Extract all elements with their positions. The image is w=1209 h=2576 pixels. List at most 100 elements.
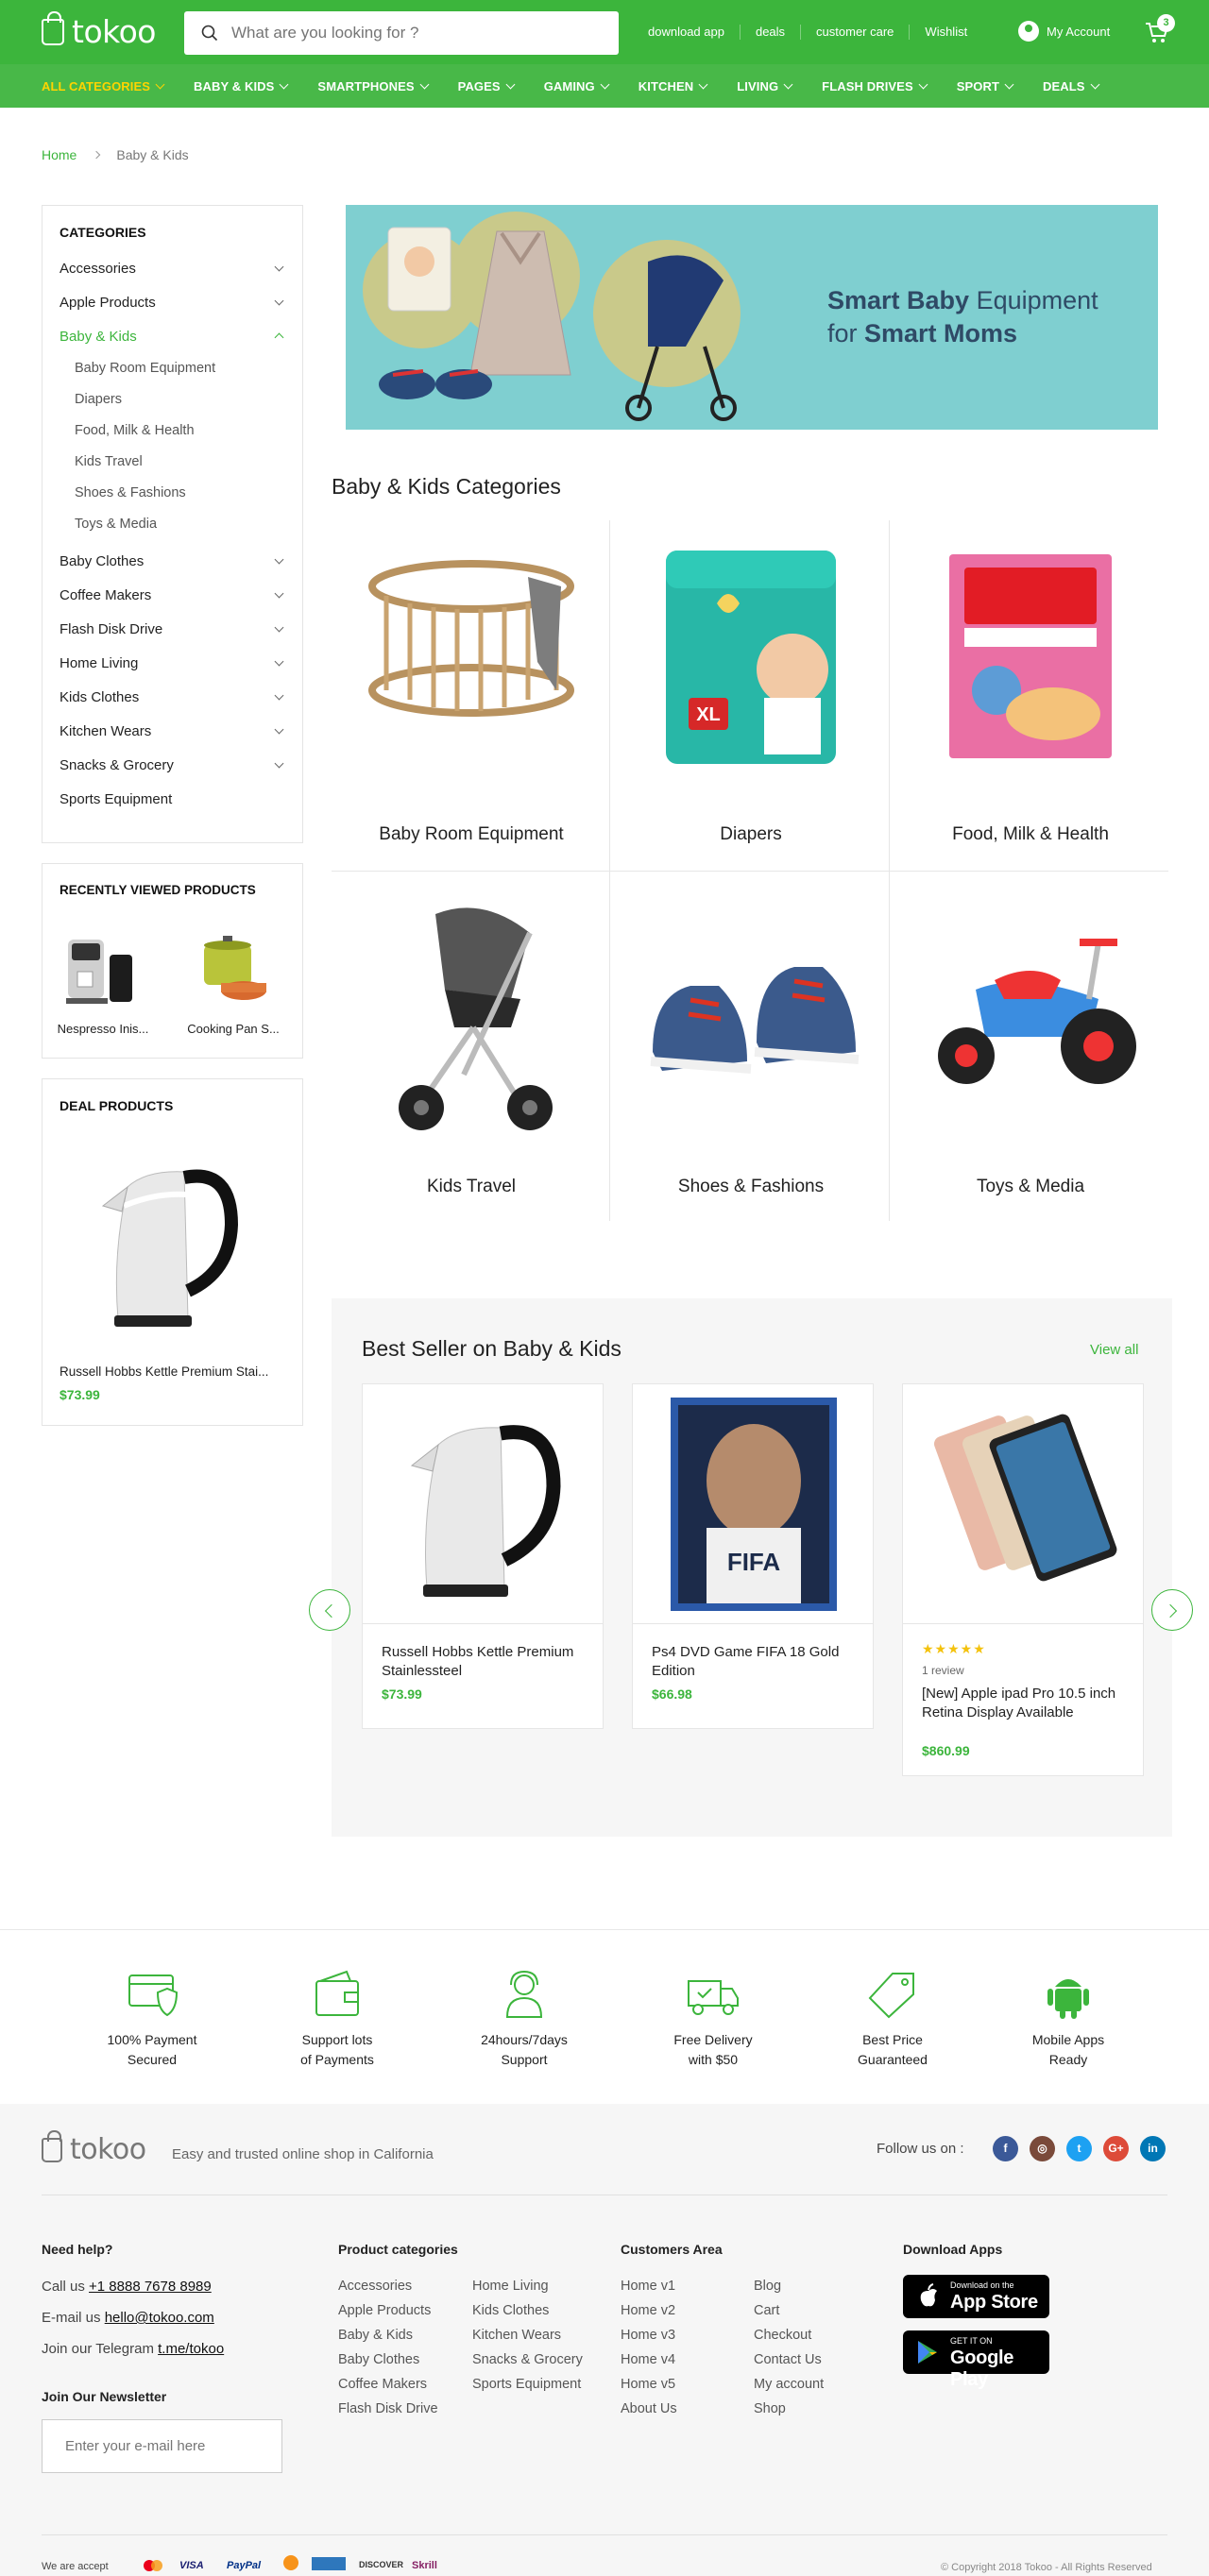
footer-link[interactable]: Cart: [754, 2303, 779, 2318]
facebook-icon[interactable]: f: [993, 2136, 1018, 2161]
footer-link[interactable]: Home Living: [472, 2279, 549, 2294]
footer-link[interactable]: Baby Clothes: [338, 2352, 419, 2367]
customer-care-link[interactable]: customer care: [801, 25, 911, 40]
category-apple-products[interactable]: Apple Products: [60, 285, 286, 319]
google-play-button[interactable]: GET IT ON Google Play: [903, 2330, 1049, 2390]
product-card[interactable]: Russell Hobbs Kettle Premium Stainlesste…: [362, 1383, 604, 1729]
category-coffee-makers[interactable]: Coffee Makers: [60, 578, 286, 612]
footer-logo[interactable]: tokoo: [42, 2129, 146, 2166]
search-bar[interactable]: [184, 11, 619, 55]
kettle-image[interactable]: [90, 1149, 250, 1338]
category-baby-clothes[interactable]: Baby Clothes: [60, 544, 286, 578]
category-kitchen-wears[interactable]: Kitchen Wears: [60, 714, 286, 748]
subcategory-diapers[interactable]: Diapers: [60, 384, 286, 415]
phone-link[interactable]: +1 8888 7678 8989: [89, 2279, 212, 2295]
footer-link[interactable]: Shop: [754, 2401, 786, 2416]
carousel-next-button[interactable]: [1151, 1589, 1193, 1631]
recent-product[interactable]: Nespresso Inis...: [54, 930, 152, 1036]
footer-link[interactable]: Kids Clothes: [472, 2303, 549, 2318]
footer-link[interactable]: Home v1: [621, 2279, 675, 2294]
nav-deals[interactable]: DEALS: [1043, 79, 1100, 93]
footer-link[interactable]: Home v4: [621, 2352, 675, 2367]
recent-product[interactable]: Cooking Pan S...: [184, 930, 282, 1036]
footer-link[interactable]: Checkout: [754, 2328, 811, 2343]
footer-link[interactable]: Apple Products: [338, 2303, 431, 2318]
newsletter-email-input[interactable]: [42, 2419, 282, 2473]
telegram-link[interactable]: t.me/tokoo: [158, 2341, 224, 2357]
email-link[interactable]: hello@tokoo.com: [105, 2310, 214, 2326]
chevron-down-icon[interactable]: [274, 656, 284, 666]
chevron-down-icon[interactable]: [274, 690, 284, 700]
app-store-button[interactable]: Download on the App Store: [903, 2275, 1049, 2318]
chevron-up-icon[interactable]: [274, 332, 284, 343]
footer-link[interactable]: Kitchen Wears: [472, 2328, 561, 2343]
instagram-icon[interactable]: ◎: [1030, 2136, 1055, 2161]
footer-link[interactable]: Snacks & Grocery: [472, 2352, 583, 2367]
product-name[interactable]: [New] Apple ipad Pro 10.5 inch Retina Di…: [903, 1685, 1143, 1722]
deal-product-name[interactable]: Russell Hobbs Kettle Premium Stai...: [60, 1364, 291, 1379]
promo-banner[interactable]: Smart Baby Equipment for Smart Moms: [346, 205, 1158, 430]
subcategory-toys[interactable]: Toys & Media: [60, 509, 286, 540]
chevron-down-icon[interactable]: [274, 758, 284, 768]
category-accessories[interactable]: Accessories: [60, 251, 286, 285]
nav-baby-kids[interactable]: BABY & KIDS: [194, 79, 289, 93]
footer-link[interactable]: Home v5: [621, 2377, 675, 2392]
brand-logo[interactable]: tokoo: [42, 10, 156, 50]
footer-link[interactable]: Sports Equipment: [472, 2377, 581, 2392]
nav-kitchen[interactable]: KITCHEN: [639, 79, 708, 93]
nav-all-categories[interactable]: ALL CATEGORIES: [42, 79, 165, 93]
footer-link[interactable]: Blog: [754, 2279, 781, 2294]
review-count[interactable]: 1 review: [922, 1664, 964, 1677]
chevron-down-icon[interactable]: [274, 296, 284, 305]
deals-link[interactable]: deals: [741, 25, 802, 40]
category-tile-shoes[interactable]: Shoes & Fashions: [611, 873, 891, 1222]
product-name[interactable]: Russell Hobbs Kettle Premium Stainlesste…: [363, 1643, 603, 1681]
google-plus-icon[interactable]: G+: [1103, 2136, 1129, 2161]
footer-link[interactable]: Home v2: [621, 2303, 675, 2318]
product-name[interactable]: Ps4 DVD Game FIFA 18 Gold Edition: [633, 1643, 873, 1681]
view-all-link[interactable]: View all: [1090, 1342, 1138, 1358]
chevron-down-icon[interactable]: [274, 622, 284, 632]
subcategory-shoes[interactable]: Shoes & Fashions: [60, 478, 286, 509]
carousel-prev-button[interactable]: [309, 1589, 350, 1631]
nav-pages[interactable]: PAGES: [458, 79, 516, 93]
category-snacks[interactable]: Snacks & Grocery: [60, 748, 286, 782]
footer-link[interactable]: My account: [754, 2377, 824, 2392]
category-flash-disk[interactable]: Flash Disk Drive: [60, 612, 286, 646]
nav-gaming[interactable]: GAMING: [544, 79, 610, 93]
category-baby-kids[interactable]: Baby & Kids: [60, 319, 286, 353]
chevron-down-icon[interactable]: [274, 262, 284, 271]
category-tile-baby-room[interactable]: Baby Room Equipment: [332, 520, 611, 870]
category-tile-toys[interactable]: Toys & Media: [891, 873, 1170, 1222]
product-card[interactable]: ★★★★★ 1 review [New] Apple ipad Pro 10.5…: [902, 1383, 1144, 1776]
footer-link[interactable]: Baby & Kids: [338, 2328, 413, 2343]
download-app-link[interactable]: download app: [633, 25, 741, 40]
nav-living[interactable]: LIVING: [737, 79, 793, 93]
category-tile-diapers[interactable]: XL Diapers: [611, 520, 891, 870]
category-home-living[interactable]: Home Living: [60, 646, 286, 680]
category-kids-clothes[interactable]: Kids Clothes: [60, 680, 286, 714]
subcategory-kids-travel[interactable]: Kids Travel: [60, 447, 286, 478]
category-tile-food-milk[interactable]: Food, Milk & Health: [891, 520, 1170, 870]
footer-link[interactable]: Accessories: [338, 2279, 412, 2294]
twitter-icon[interactable]: t: [1066, 2136, 1092, 2161]
nav-smartphones[interactable]: SMARTPHONES: [317, 79, 430, 93]
product-image[interactable]: [363, 1384, 603, 1624]
breadcrumb-home[interactable]: Home: [42, 147, 77, 162]
chevron-down-icon[interactable]: [274, 554, 284, 564]
my-account-link[interactable]: My Account: [1018, 21, 1110, 42]
footer-link[interactable]: About Us: [621, 2401, 677, 2416]
chevron-down-icon[interactable]: [274, 724, 284, 734]
nav-flash-drives[interactable]: FLASH DRIVES: [822, 79, 928, 93]
nav-sport[interactable]: SPORT: [957, 79, 1014, 93]
footer-link[interactable]: Coffee Makers: [338, 2377, 427, 2392]
subcategory-food-milk[interactable]: Food, Milk & Health: [60, 415, 286, 447]
search-input[interactable]: [231, 24, 590, 42]
product-card[interactable]: FIFA Ps4 DVD Game FIFA 18 Gold Edition $…: [632, 1383, 874, 1729]
chevron-down-icon[interactable]: [274, 588, 284, 598]
wishlist-link[interactable]: Wishlist: [910, 25, 982, 40]
linkedin-icon[interactable]: in: [1140, 2136, 1166, 2161]
subcategory-baby-room[interactable]: Baby Room Equipment: [60, 353, 286, 384]
footer-link[interactable]: Flash Disk Drive: [338, 2401, 438, 2416]
footer-link[interactable]: Contact Us: [754, 2352, 822, 2367]
